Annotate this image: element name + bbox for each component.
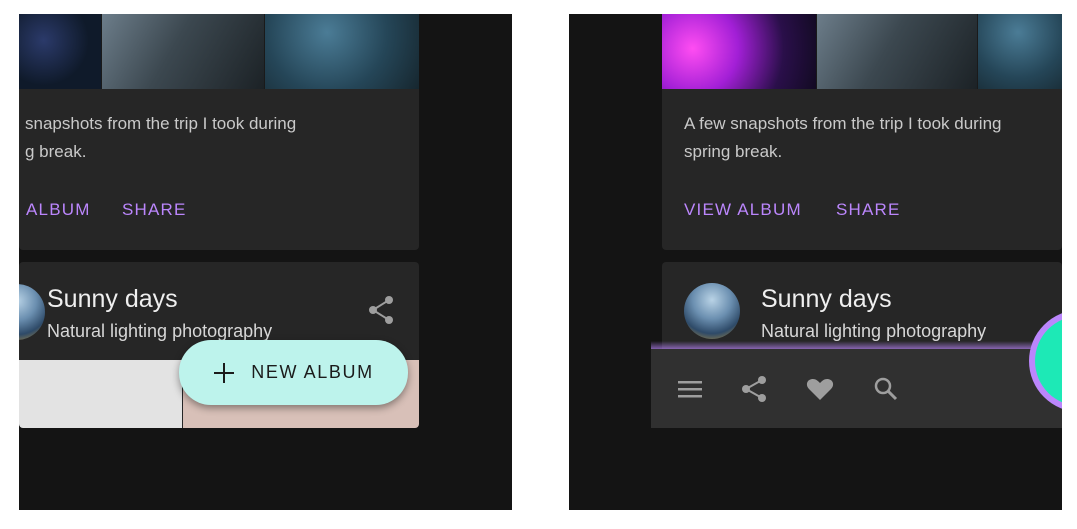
plus-icon — [213, 362, 235, 384]
share-button[interactable]: SHARE — [836, 200, 901, 220]
share-icon[interactable] — [739, 374, 769, 404]
photo-strip — [662, 14, 1062, 89]
heart-icon[interactable] — [805, 374, 835, 404]
album-description: snapshots from the trip I took during g … — [25, 110, 296, 166]
bottom-app-bar — [651, 341, 1062, 428]
right-panel: A few snapshots from the trip I took dur… — [569, 14, 1062, 510]
description-line: spring break. — [684, 142, 783, 161]
photo[interactable] — [19, 14, 102, 89]
photo[interactable] — [102, 14, 265, 89]
image-placeholder[interactable] — [19, 360, 182, 428]
card-subtitle: Natural lighting photography — [47, 321, 273, 341]
photo[interactable] — [265, 14, 419, 89]
view-album-button[interactable]: ALBUM — [26, 200, 91, 220]
share-icon[interactable] — [367, 295, 395, 325]
search-icon[interactable] — [871, 374, 901, 404]
photo-strip — [19, 14, 419, 89]
bar-glow — [651, 341, 1062, 349]
album-card: snapshots from the trip I took during g … — [19, 14, 419, 250]
avatar — [684, 283, 740, 339]
left-panel: snapshots from the trip I took during g … — [19, 14, 512, 510]
photo[interactable] — [978, 14, 1062, 89]
view-album-button[interactable]: VIEW ALBUM — [684, 200, 802, 220]
card-title: Sunny days — [47, 285, 178, 313]
new-album-fab[interactable]: NEW ALBUM — [179, 340, 408, 405]
description-line: g break. — [25, 142, 87, 161]
photo[interactable] — [662, 14, 817, 89]
fab-label: NEW ALBUM — [251, 362, 374, 382]
share-button[interactable]: SHARE — [122, 200, 187, 220]
description-line: snapshots from the trip I took during — [25, 114, 297, 133]
avatar — [19, 284, 45, 340]
card-title: Sunny days — [761, 285, 892, 313]
album-description: A few snapshots from the trip I took dur… — [684, 110, 1002, 166]
photo[interactable] — [817, 14, 978, 89]
card-subtitle: Natural lighting photography — [761, 321, 987, 341]
album-card: A few snapshots from the trip I took dur… — [662, 14, 1062, 250]
menu-icon[interactable] — [675, 374, 705, 404]
description-line: A few snapshots from the trip I took dur… — [684, 114, 1002, 133]
